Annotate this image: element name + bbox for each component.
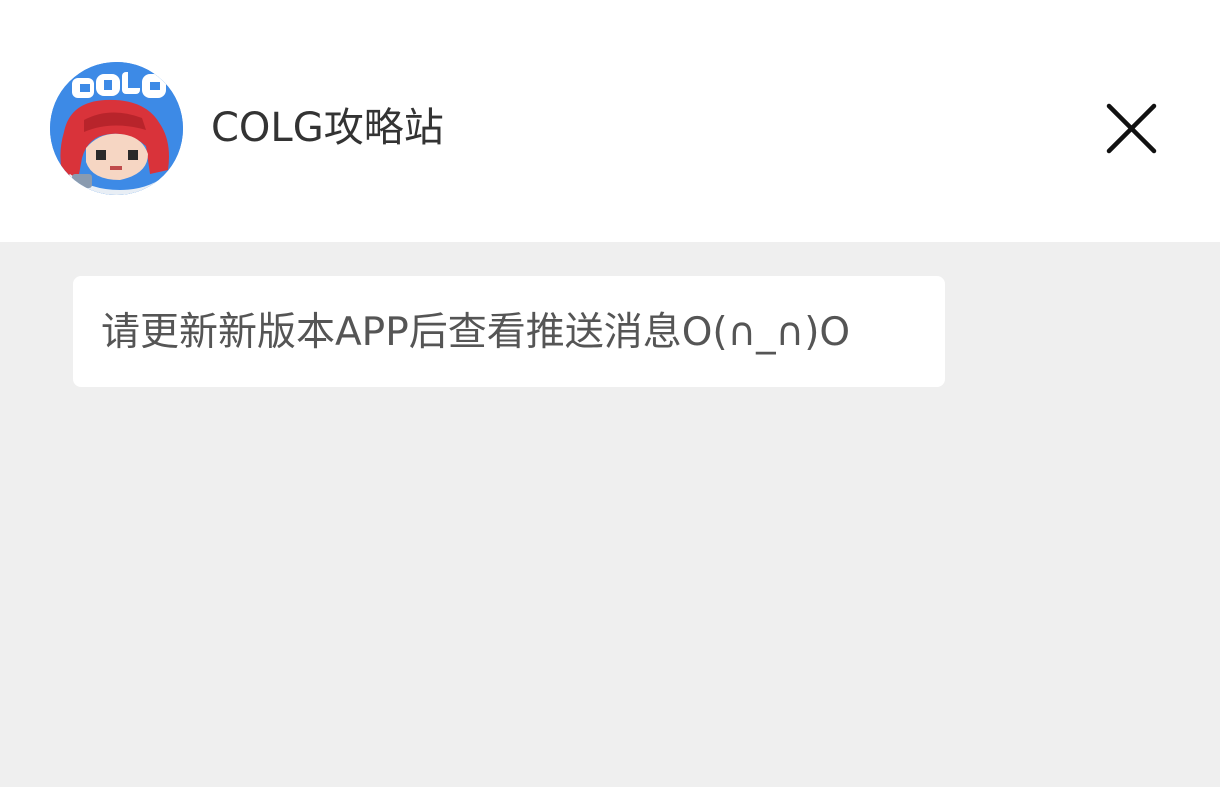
message-area: 请更新新版本APP后查看推送消息O(∩_∩)O [0, 242, 1220, 787]
colg-logo-icon [50, 62, 183, 195]
page-title: COLG攻略站 [211, 105, 444, 151]
avatar[interactable] [50, 62, 183, 195]
close-button[interactable] [1100, 98, 1162, 160]
message-text: 请更新新版本APP后查看推送消息O(∩_∩)O [101, 310, 851, 355]
close-icon [1106, 103, 1157, 154]
message-bubble: 请更新新版本APP后查看推送消息O(∩_∩)O [73, 276, 945, 387]
chat-header: COLG攻略站 [0, 0, 1220, 242]
